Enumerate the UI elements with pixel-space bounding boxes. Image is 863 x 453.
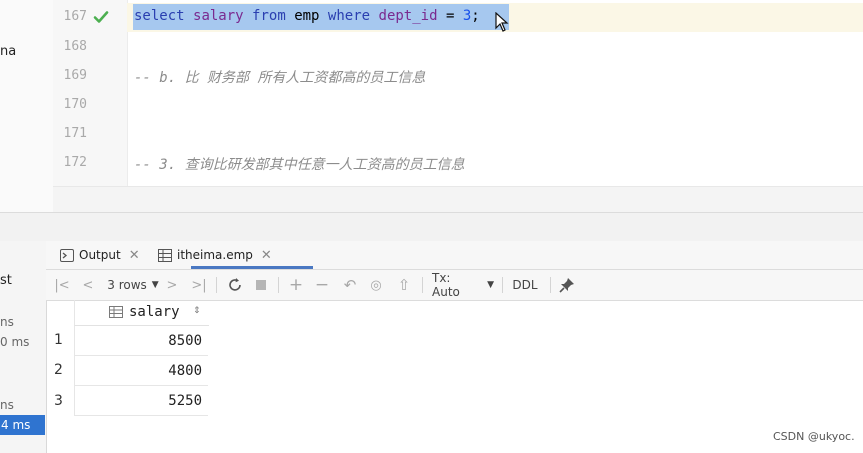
sort-icon[interactable]: ⇕: [193, 306, 201, 316]
result-grid[interactable]: salary ⇕ 1 8500 2 4800 3 5250: [46, 300, 209, 416]
line-number: 172: [63, 155, 87, 170]
active-tab-indicator: [191, 266, 313, 269]
table-cell[interactable]: 4800: [74, 356, 208, 386]
code-line[interactable]: select salary from emp where dept_id = 3…: [134, 8, 480, 24]
code-token: -- 3. 查询比研发部其中任意一人工资高的员工信息: [134, 157, 465, 173]
pin-icon[interactable]: [558, 276, 576, 294]
column-icon: [109, 306, 123, 318]
services-item[interactable]: st: [0, 273, 12, 288]
divider: [502, 277, 503, 293]
mouse-cursor-icon: [495, 12, 509, 32]
row-number: 2: [54, 362, 63, 378]
code-token: -- b. 比 财务部 所有人工资都高的员工信息: [134, 70, 426, 86]
project-item-label: na: [0, 44, 17, 59]
services-item[interactable]: 0 ms: [0, 335, 29, 349]
row-number: 3: [54, 393, 63, 409]
services-strip: [0, 212, 863, 242]
divider: [278, 277, 279, 293]
services-item[interactable]: ns: [0, 315, 14, 329]
close-icon[interactable]: ✕: [129, 248, 140, 263]
services-item[interactable]: ns: [0, 398, 14, 412]
editor-footer: [53, 186, 863, 213]
chevron-down-icon: ▼: [151, 280, 159, 290]
code-token: from: [252, 8, 286, 24]
line-number: 168: [63, 39, 87, 54]
rows-selector[interactable]: 3 rows ▼: [104, 276, 162, 294]
refresh-icon[interactable]: [226, 276, 244, 294]
column-header-label: salary: [129, 304, 180, 320]
close-icon[interactable]: ✕: [261, 248, 272, 263]
code-token: select: [134, 8, 185, 24]
tab-output-label: Output: [79, 248, 121, 262]
services-item-label: 4 ms: [1, 418, 31, 432]
delete-row-icon[interactable]: −: [314, 275, 330, 295]
code-token: where: [327, 8, 371, 24]
line-number: 167: [63, 9, 87, 24]
tx-label: Tx: Auto: [432, 271, 460, 299]
watermark: CSDN @ukyoc.: [773, 430, 855, 443]
divider: [550, 277, 551, 293]
services-item-selected[interactable]: 4 ms: [0, 415, 45, 435]
code-token: emp: [294, 8, 320, 24]
code-editor[interactable]: select salary from emp where dept_id = 3…: [127, 0, 863, 186]
chevron-down-icon: ▼: [487, 280, 494, 290]
code-line[interactable]: -- b. 比 财务部 所有人工资都高的员工信息: [134, 67, 425, 87]
check-icon: [93, 11, 109, 23]
ddl-button[interactable]: DDL: [510, 276, 540, 294]
tab-itheima-emp[interactable]: itheima.emp ✕: [158, 241, 272, 269]
table-icon: [158, 248, 172, 262]
divider: [216, 277, 217, 293]
prev-page-icon[interactable]: <: [80, 276, 96, 294]
results-tabbar: Output ✕ itheima.emp ✕: [46, 241, 863, 270]
results-toolbar: |< < 3 rows ▼ > >| + − ↶ ◎ ⇧ Tx: Auto ▼ …: [46, 270, 863, 301]
table-cell[interactable]: 8500: [74, 326, 208, 356]
editor-gutter: 167 168 169 170 171 172: [53, 0, 128, 186]
project-panel-edge: na: [0, 0, 54, 212]
stop-icon[interactable]: [253, 276, 269, 294]
code-token: dept_id: [378, 8, 438, 24]
next-page-icon[interactable]: >: [164, 276, 180, 294]
submit-icon[interactable]: ⇧: [396, 276, 412, 294]
line-number: 170: [63, 97, 87, 112]
line-number: 169: [63, 68, 87, 83]
console-icon: [60, 248, 74, 262]
table-cell[interactable]: 5250: [74, 386, 208, 416]
first-page-icon[interactable]: |<: [54, 276, 70, 294]
tab-output[interactable]: Output ✕: [60, 241, 140, 269]
code-token: salary: [193, 8, 244, 24]
row-number: 1: [54, 332, 63, 348]
preview-changes-icon[interactable]: ◎: [368, 276, 384, 294]
last-page-icon[interactable]: >|: [190, 276, 208, 294]
stop-square: [256, 280, 266, 290]
code-token: ;: [471, 8, 480, 24]
tx-mode-selector[interactable]: Tx: Auto ▼: [432, 271, 494, 299]
column-header-salary[interactable]: salary ⇕: [74, 300, 209, 326]
rows-label: 3 rows: [107, 278, 147, 292]
divider: [422, 277, 423, 293]
code-token: =: [437, 8, 463, 24]
tab-emp-label: itheima.emp: [177, 248, 253, 262]
line-number: 171: [63, 126, 87, 141]
revert-icon[interactable]: ↶: [342, 276, 358, 294]
code-token: 3: [462, 8, 472, 24]
add-row-icon[interactable]: +: [288, 275, 304, 295]
code-line[interactable]: -- 3. 查询比研发部其中任意一人工资高的员工信息: [134, 154, 465, 174]
